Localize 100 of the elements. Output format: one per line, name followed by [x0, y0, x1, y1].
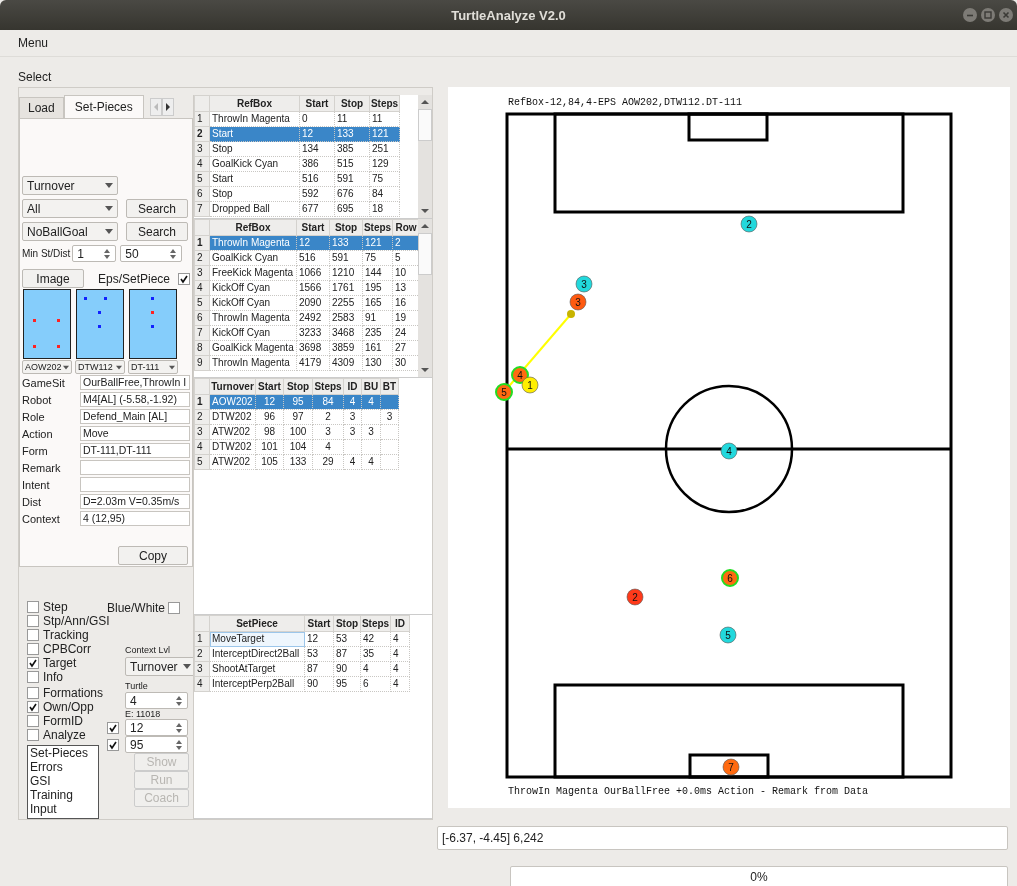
list-item[interactable]: Set-Pieces — [30, 746, 98, 760]
checkbox[interactable] — [27, 601, 39, 613]
spin-box[interactable]: 12 — [125, 719, 188, 736]
checkbox[interactable] — [107, 721, 119, 734]
dropdown[interactable]: Turnover — [22, 176, 118, 195]
caret-icon[interactable] — [183, 664, 191, 669]
column-header[interactable]: Stop — [333, 615, 361, 632]
checkbox[interactable] — [178, 272, 190, 285]
spin-arrows-icon[interactable] — [175, 738, 183, 751]
column-header[interactable]: Steps — [360, 615, 391, 632]
column-header[interactable]: Start — [304, 615, 334, 632]
text-field[interactable]: Move — [80, 426, 190, 441]
table-row[interactable]: 5 Start 516 591 75 — [194, 171, 400, 187]
spin-box[interactable]: 50 — [120, 245, 183, 262]
table-row[interactable]: 3 Stop 134 385 251 — [194, 141, 400, 157]
minimize-icon[interactable] — [963, 8, 977, 22]
caret-icon[interactable] — [105, 183, 113, 188]
text-field[interactable]: 4 (12,95) — [80, 511, 190, 526]
scroll-arrow-icon[interactable] — [420, 98, 430, 106]
caret-icon[interactable] — [105, 229, 113, 234]
scrollbar[interactable] — [418, 218, 432, 377]
checkbox[interactable] — [27, 615, 39, 627]
caret-icon[interactable] — [105, 206, 113, 211]
tab[interactable]: Set-Pieces — [63, 95, 144, 118]
table-row[interactable]: 4 KickOff Cyan 1566 1761 195 13 — [194, 280, 420, 296]
table-row[interactable]: 1 AOW202 12 95 84 4 4 — [194, 394, 399, 410]
text-field[interactable]: M4[AL] (-5.58,-1.92) — [80, 392, 190, 407]
menu-item[interactable]: Menu — [18, 36, 49, 50]
table-row[interactable]: 5 KickOff Cyan 2090 2255 165 16 — [194, 295, 420, 311]
table-row[interactable]: 4 GoalKick Cyan 386 515 129 — [194, 156, 400, 172]
scrollbar[interactable] — [418, 95, 432, 218]
dropdown[interactable]: DTW112 — [75, 360, 125, 374]
column-header[interactable]: RefBox — [209, 219, 297, 236]
dropdown[interactable]: All — [22, 199, 118, 218]
column-header[interactable]: Start — [255, 378, 284, 395]
table-row[interactable]: 3 ATW202 98 100 3 3 3 — [194, 424, 399, 440]
copy-button[interactable]: Copy — [118, 546, 188, 565]
checkbox[interactable] — [27, 687, 39, 699]
table-row[interactable]: 3 ShootAtTarget 87 90 4 4 — [194, 661, 410, 677]
checkbox[interactable] — [107, 738, 119, 751]
table-row[interactable]: 7 KickOff Cyan 3233 3468 235 24 — [194, 325, 420, 341]
text-field[interactable]: OurBallFree,ThrowIn I — [80, 375, 190, 390]
table-row[interactable]: 3 FreeKick Magenta 1066 1210 144 10 — [194, 265, 420, 281]
spin-arrows-icon[interactable] — [169, 247, 178, 260]
table-row[interactable]: 4 DTW202 101 104 4 — [194, 439, 399, 455]
caret-icon[interactable] — [169, 364, 175, 370]
column-header[interactable]: Turnover — [209, 378, 256, 395]
checkbox[interactable] — [27, 729, 39, 741]
table-row[interactable]: 6 Stop 592 676 84 — [194, 186, 400, 202]
image-button[interactable]: Image — [22, 269, 84, 288]
table-row[interactable]: 9 ThrowIn Magenta 4179 4309 130 30 — [194, 355, 420, 371]
spin-arrows-icon[interactable] — [175, 694, 183, 707]
caret-icon[interactable] — [63, 364, 69, 370]
table-row[interactable]: 2 Start 12 133 121 — [194, 126, 400, 142]
maximize-icon[interactable] — [981, 8, 995, 22]
checkbox[interactable] — [27, 643, 39, 655]
checkbox[interactable] — [27, 657, 39, 669]
table-row[interactable]: 4 InterceptPerp2Ball 90 95 6 4 — [194, 676, 410, 692]
spin-box[interactable]: 95 — [125, 736, 188, 753]
dropdown[interactable]: AOW202 — [22, 360, 72, 374]
column-header[interactable]: SetPiece — [209, 615, 305, 632]
column-header[interactable]: Steps — [369, 95, 400, 112]
table-row[interactable]: 2 GoalKick Cyan 516 591 75 5 — [194, 250, 420, 266]
table-row[interactable]: 2 DTW202 96 97 2 3 3 — [194, 409, 399, 425]
checkbox[interactable] — [27, 701, 39, 713]
list-item[interactable]: Input — [30, 802, 98, 816]
tab[interactable]: Load — [19, 97, 64, 118]
spin-arrows-icon[interactable] — [175, 721, 183, 734]
column-header[interactable]: Stop — [283, 378, 313, 395]
checkbox[interactable] — [27, 671, 39, 683]
search-button[interactable]: Search — [126, 199, 188, 218]
table-row[interactable]: 7 Dropped Ball 677 695 18 — [194, 201, 400, 217]
text-field[interactable]: DT-111,DT-111 — [80, 443, 190, 458]
column-header[interactable]: Start — [299, 95, 335, 112]
spin-arrows-icon[interactable] — [103, 247, 112, 260]
table-row[interactable]: 1 ThrowIn Magenta 0 11 11 — [194, 111, 400, 127]
text-field[interactable] — [80, 460, 190, 475]
text-field[interactable] — [80, 477, 190, 492]
table-row[interactable]: 1 MoveTarget 12 53 42 4 — [194, 631, 410, 647]
table-row[interactable]: 8 GoalKick Magenta 3698 3859 161 27 — [194, 340, 420, 356]
column-header[interactable]: RefBox — [209, 95, 300, 112]
column-header[interactable]: Steps — [362, 219, 393, 236]
close-icon[interactable] — [999, 8, 1013, 22]
checkbox[interactable] — [168, 602, 181, 614]
text-field[interactable]: D=2.03m V=0.35m/s — [80, 494, 190, 509]
table-row[interactable]: 5 ATW202 105 133 29 4 4 — [194, 454, 399, 470]
column-header[interactable]: Steps — [312, 378, 344, 395]
column-header[interactable]: Start — [296, 219, 330, 236]
scroll-arrow-icon[interactable] — [420, 365, 430, 374]
checkbox[interactable] — [27, 715, 39, 727]
table-row[interactable]: 6 ThrowIn Magenta 2492 2583 91 19 — [194, 310, 420, 326]
dropdown[interactable]: Turnover — [125, 657, 196, 676]
column-header[interactable]: Stop — [329, 219, 363, 236]
caret-icon[interactable] — [116, 364, 122, 370]
dropdown[interactable]: DT-111 — [128, 360, 178, 374]
checkbox[interactable] — [27, 629, 39, 641]
list-item[interactable]: Errors — [30, 760, 98, 774]
search-button[interactable]: Search — [126, 222, 188, 241]
spin-box[interactable]: 4 — [125, 692, 188, 709]
text-field[interactable]: [-6.37, -4.45] 6,242 — [437, 826, 1008, 850]
